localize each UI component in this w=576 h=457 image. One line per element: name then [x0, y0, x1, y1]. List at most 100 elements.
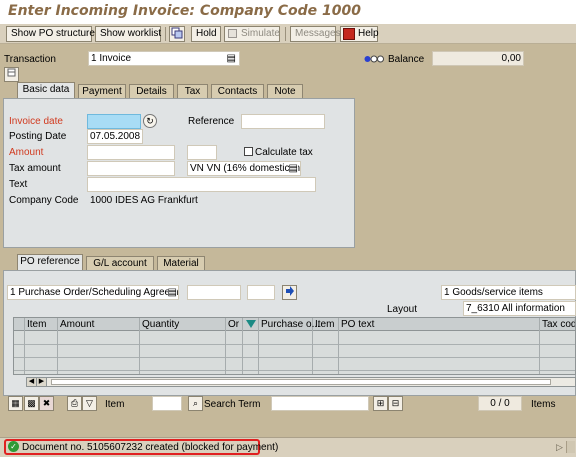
- balance-value: 0,00: [432, 51, 524, 66]
- simulate-label: Simulate: [241, 28, 280, 39]
- text-input[interactable]: [87, 177, 316, 192]
- simulate-icon: [228, 29, 237, 38]
- column-divider: [24, 318, 25, 374]
- deselect-all-icon[interactable]: ▩: [24, 396, 39, 411]
- filter-icon[interactable]: ▽: [82, 396, 97, 411]
- success-check-icon: ✓: [8, 441, 19, 452]
- layout-select[interactable]: 7_6310 All information: [463, 301, 576, 316]
- tax-code-value: VN VN (16% domestic inp: [190, 163, 301, 174]
- tab-po-reference[interactable]: PO reference: [17, 254, 83, 270]
- company-code-value: 1000 IDES AG Frankfurt: [90, 195, 198, 206]
- invoice-date-input[interactable]: [87, 114, 141, 129]
- table-row[interactable]: [14, 370, 575, 371]
- transfer-button[interactable]: [282, 285, 297, 300]
- status-message: Document no. 5105607232 created (blocked…: [22, 442, 279, 453]
- calculate-tax-checkbox[interactable]: [244, 147, 253, 156]
- window-title: Enter Incoming Invoice: Company Code 100…: [8, 3, 361, 19]
- tax-code-select[interactable]: VN VN (16% domestic inp ▤: [187, 161, 301, 176]
- search-term-icon[interactable]: ⌕: [188, 396, 203, 411]
- transaction-select[interactable]: 1 Invoice ▤: [88, 51, 240, 66]
- po-item-input[interactable]: [247, 285, 275, 300]
- goods-service-items-select[interactable]: 1 Goods/service items: [441, 285, 576, 300]
- toolbar-separator: [285, 27, 286, 41]
- tab-material[interactable]: Material: [157, 256, 205, 270]
- column-divider: [338, 318, 339, 374]
- column-divider: [242, 318, 243, 374]
- column-header-icon[interactable]: [246, 320, 256, 332]
- hold-button[interactable]: Hold: [191, 26, 221, 42]
- tab-contacts[interactable]: Contacts: [211, 84, 264, 98]
- tab-note[interactable]: Note: [267, 84, 303, 98]
- simulate-button[interactable]: Simulate: [224, 26, 280, 42]
- scroll-thumb[interactable]: [51, 379, 551, 385]
- column-header-quantity[interactable]: Quantity: [142, 319, 179, 330]
- column-divider: [57, 318, 58, 374]
- tab-details[interactable]: Details: [129, 84, 174, 98]
- toolbar-separator: [165, 27, 166, 41]
- transaction-value: 1 Invoice: [91, 53, 132, 64]
- column-divider: [539, 318, 540, 374]
- reference-document-type-select[interactable]: 1 Purchase Order/Scheduling Agreemer ▤: [7, 285, 179, 300]
- search-term-input[interactable]: [271, 396, 369, 411]
- horizontal-scrollbar[interactable]: ◀ ▶: [26, 377, 576, 387]
- scroll-left-icon[interactable]: ◀: [27, 378, 37, 386]
- layout-label: Layout: [387, 304, 418, 315]
- company-code-label: Company Code: [9, 195, 79, 206]
- status-lights-icon: [364, 54, 384, 66]
- status-resize-grip[interactable]: [566, 441, 575, 453]
- amount-input[interactable]: [87, 145, 175, 160]
- column-header-order-unit[interactable]: Or: [228, 319, 239, 330]
- items-label: Items: [531, 399, 556, 410]
- column-divider: [225, 318, 226, 374]
- find-icon[interactable]: ⊞: [373, 396, 388, 411]
- reference-type-value: 1 Purchase Order/Scheduling Agreemer: [10, 287, 179, 298]
- item-input[interactable]: [152, 396, 182, 411]
- column-divider: [258, 318, 259, 374]
- tab-tax[interactable]: Tax: [177, 84, 208, 98]
- currency-input[interactable]: [187, 145, 217, 160]
- status-expand-icon[interactable]: ▷: [556, 442, 563, 453]
- column-header-purchase-order[interactable]: Purchase o...: [261, 319, 320, 330]
- posting-date-input[interactable]: 07.05.2008: [87, 129, 143, 144]
- table-row[interactable]: [14, 357, 575, 358]
- page-counter: 0 / 0: [478, 396, 522, 411]
- item-label: Item: [105, 399, 125, 410]
- help-button[interactable]: Help: [340, 26, 379, 42]
- tax-amount-input[interactable]: [87, 161, 175, 176]
- dropdown-icon: ▤: [288, 162, 298, 175]
- balance-label: Balance: [388, 54, 425, 65]
- column-header-po-text[interactable]: PO text: [341, 319, 374, 330]
- find-next-icon[interactable]: ⊟: [388, 396, 403, 411]
- column-header-po-item[interactable]: Item: [315, 319, 334, 330]
- delete-row-icon[interactable]: ✖: [39, 396, 54, 411]
- select-all-icon[interactable]: ▦: [8, 396, 23, 411]
- messages-button[interactable]: Messages: [290, 26, 341, 42]
- show-worklist-button[interactable]: Show worklist: [95, 26, 161, 42]
- tab-basic-data[interactable]: Basic data: [17, 82, 75, 98]
- po-items-table: Item Amount Quantity Or Purchase o... It…: [13, 317, 576, 375]
- tab-payment[interactable]: Payment: [78, 84, 126, 98]
- help-label: Help: [358, 28, 379, 39]
- dropdown-icon: ▤: [226, 53, 236, 64]
- scroll-right-icon[interactable]: ▶: [37, 378, 47, 386]
- tab-gl-account[interactable]: G/L account: [86, 256, 154, 270]
- posting-date-label: Posting Date: [9, 131, 67, 142]
- print-icon[interactable]: ⎙: [67, 396, 82, 411]
- column-header-amount[interactable]: Amount: [60, 319, 94, 330]
- copy-icon[interactable]: [169, 26, 185, 42]
- column-header-tax-code[interactable]: Tax code: [542, 319, 575, 330]
- po-number-input[interactable]: [187, 285, 241, 300]
- column-header-item[interactable]: Item: [27, 319, 46, 330]
- dropdown-icon: ▤: [167, 286, 177, 299]
- amount-label: Amount: [9, 147, 44, 158]
- calculate-tax-label: Calculate tax: [255, 147, 313, 158]
- table-row[interactable]: [14, 344, 575, 345]
- tax-amount-label: Tax amount: [9, 163, 61, 174]
- transaction-label: Transaction: [4, 54, 56, 65]
- expand-button[interactable]: [4, 67, 19, 82]
- calendar-icon[interactable]: ↻: [143, 114, 157, 128]
- help-book-icon: [343, 28, 355, 40]
- show-po-structure-button[interactable]: Show PO structure: [6, 26, 95, 42]
- reference-input[interactable]: [241, 114, 325, 129]
- application-toolbar: Show PO structure Show worklist Hold Sim…: [0, 24, 576, 44]
